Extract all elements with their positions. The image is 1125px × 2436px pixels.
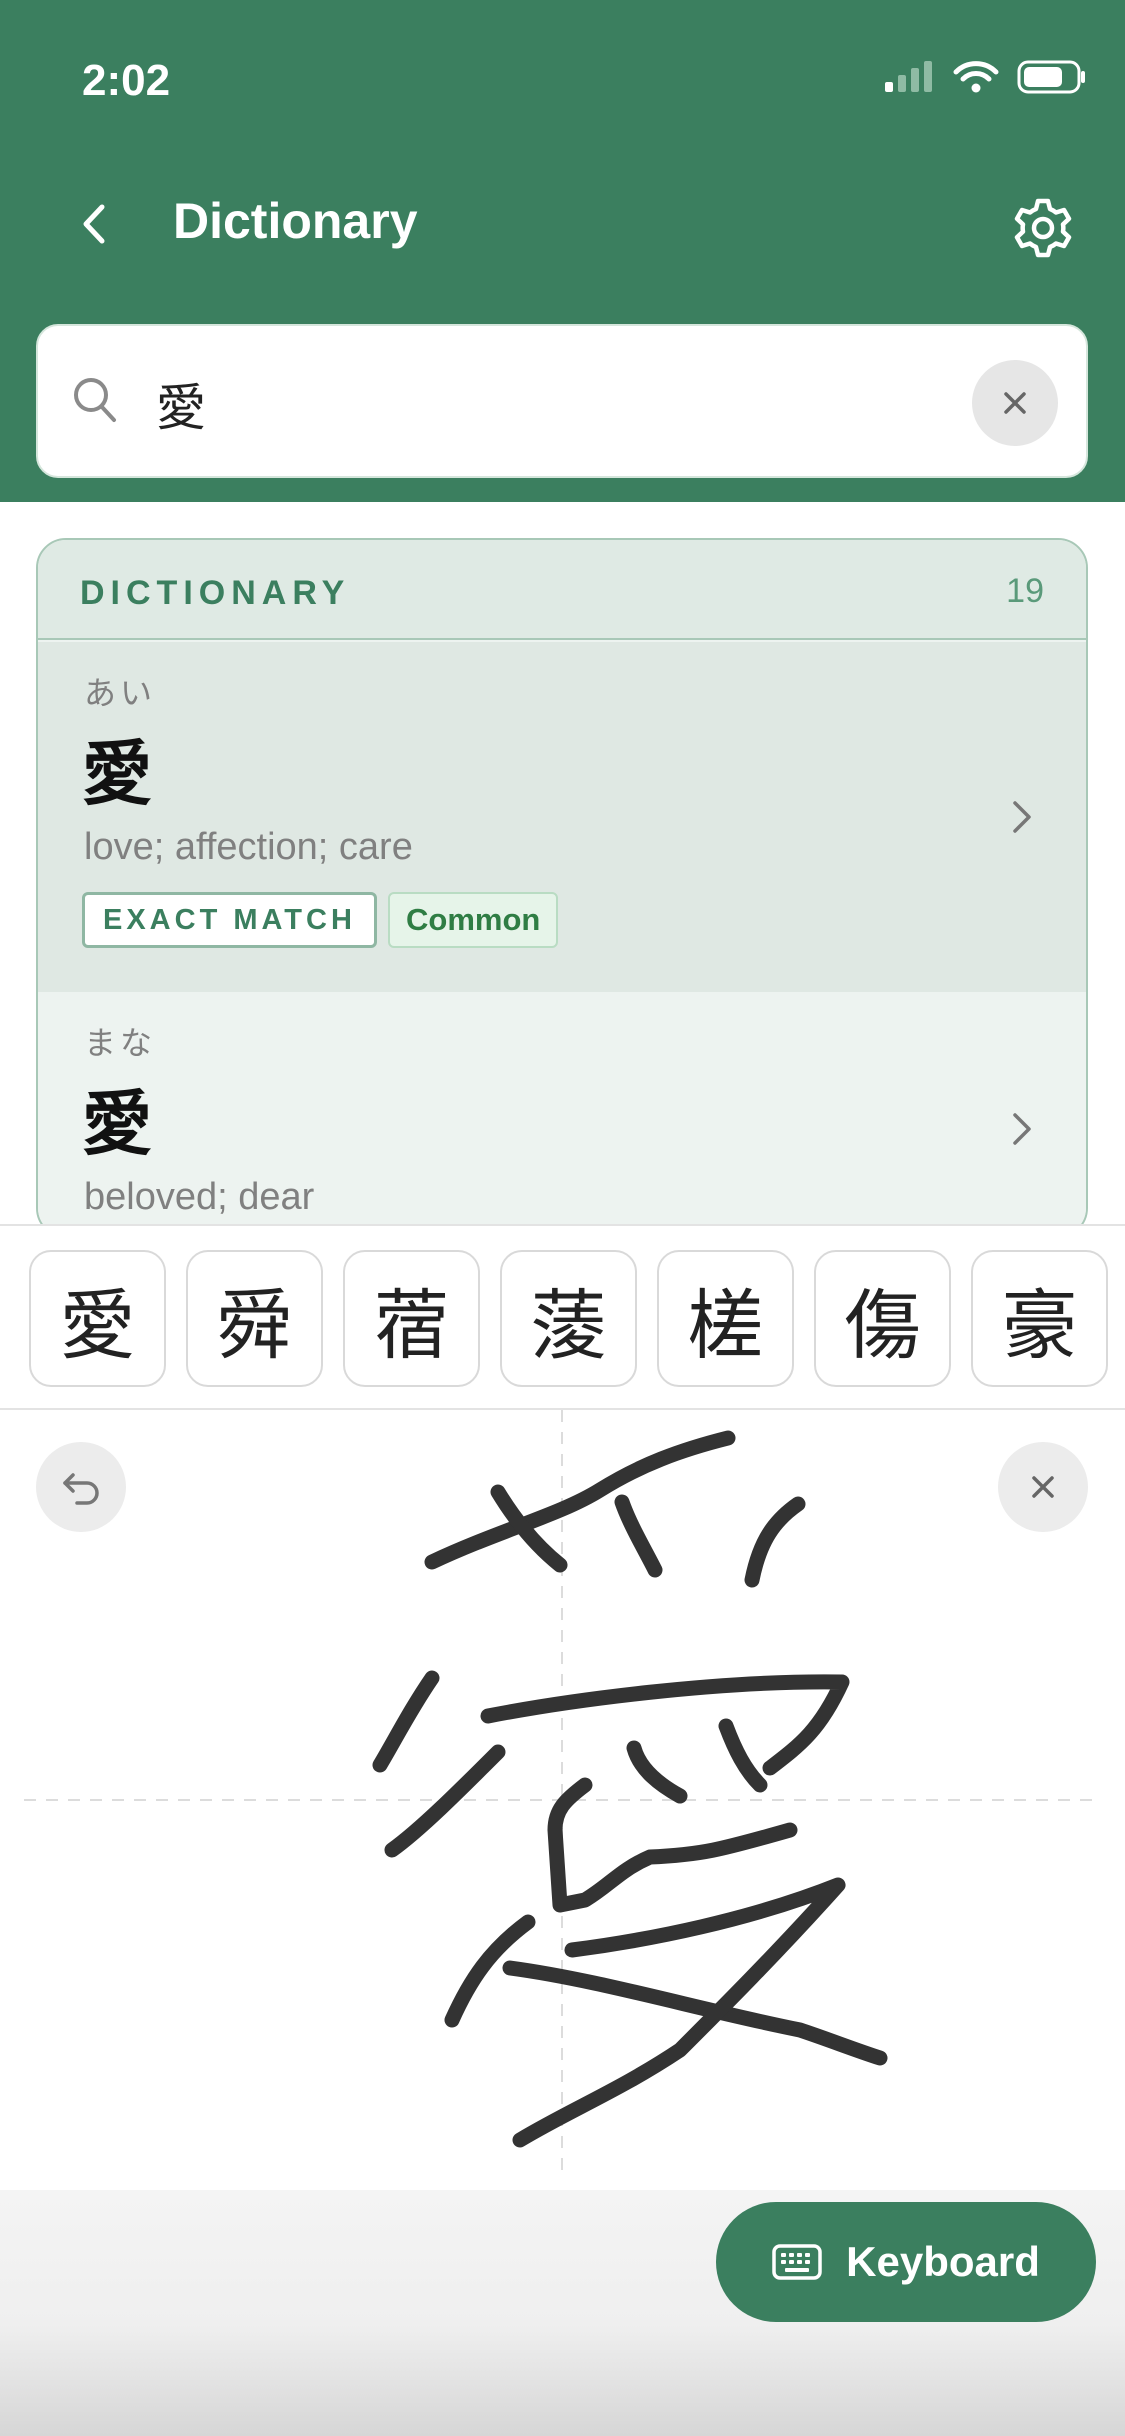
list-item[interactable]: あい 愛 love; affection; care EXACT MATCH C…: [38, 642, 1086, 992]
search-icon: [74, 378, 116, 422]
search-input[interactable]: 愛: [156, 368, 206, 440]
undo-button[interactable]: [36, 1442, 126, 1532]
close-icon: [1004, 392, 1026, 414]
list-item[interactable]: まな 愛 beloved; dear: [38, 992, 1086, 1236]
candidate-char[interactable]: 愛: [29, 1250, 166, 1387]
keyboard-icon: [772, 2244, 822, 2280]
candidate-char[interactable]: 蔆: [500, 1250, 637, 1387]
result-count: 19: [1006, 572, 1044, 610]
chevron-right-icon: [1013, 801, 1031, 833]
entry-reading: まな: [84, 1024, 157, 1062]
search-bar[interactable]: 愛: [36, 324, 1088, 478]
wifi-icon: [953, 61, 999, 93]
candidate-char[interactable]: 槎: [657, 1250, 794, 1387]
undo-icon: [63, 1473, 99, 1505]
clear-pad-button[interactable]: [998, 1442, 1088, 1532]
section-title: DICTIONARY: [80, 574, 351, 612]
clear-search-button[interactable]: [972, 360, 1058, 446]
close-icon: [1032, 1476, 1054, 1498]
entry-meaning: beloved; dear: [84, 1176, 315, 1218]
page-title: Dictionary: [173, 193, 418, 249]
handwriting-pad[interactable]: [0, 1410, 1125, 2190]
dictionary-panel: DICTIONARY 19 あい 愛 love; affection; care…: [36, 538, 1088, 1238]
entry-kanji: 愛: [82, 1082, 152, 1165]
candidate-char[interactable]: 傷: [814, 1250, 951, 1387]
keyboard-button[interactable]: Keyboard: [716, 2202, 1096, 2322]
status-icons: [883, 60, 1087, 94]
screen: 2:02 Dictionary 愛 DICTIONARY 19 あい 愛 lov…: [0, 0, 1125, 2436]
candidate-char[interactable]: 舜: [186, 1250, 323, 1387]
panel-header: DICTIONARY 19: [38, 540, 1086, 640]
keyboard-button-label: Keyboard: [846, 2238, 1040, 2285]
gear-icon: [1014, 198, 1072, 258]
settings-button[interactable]: [1005, 190, 1081, 266]
candidate-char[interactable]: 豪: [971, 1250, 1108, 1387]
candidate-char[interactable]: 蓿: [343, 1250, 480, 1387]
exact-match-badge: EXACT MATCH: [82, 892, 377, 948]
chevron-left-icon: [83, 204, 105, 244]
entry-kanji: 愛: [82, 732, 152, 815]
candidate-bar: 愛 舜 蓿 蔆 槎 傷 豪: [0, 1224, 1125, 1410]
common-badge: Common: [388, 892, 559, 948]
signal-icon: [885, 61, 932, 92]
entry-meaning: love; affection; care: [84, 826, 413, 868]
battery-icon: [1017, 60, 1085, 94]
header: 2:02 Dictionary 愛: [0, 0, 1125, 502]
handwritten-strokes: [372, 1430, 888, 2148]
chevron-right-icon: [1013, 1113, 1031, 1145]
status-time: 2:02: [82, 56, 171, 105]
back-button[interactable]: [70, 192, 118, 256]
entry-reading: あい: [84, 674, 157, 712]
